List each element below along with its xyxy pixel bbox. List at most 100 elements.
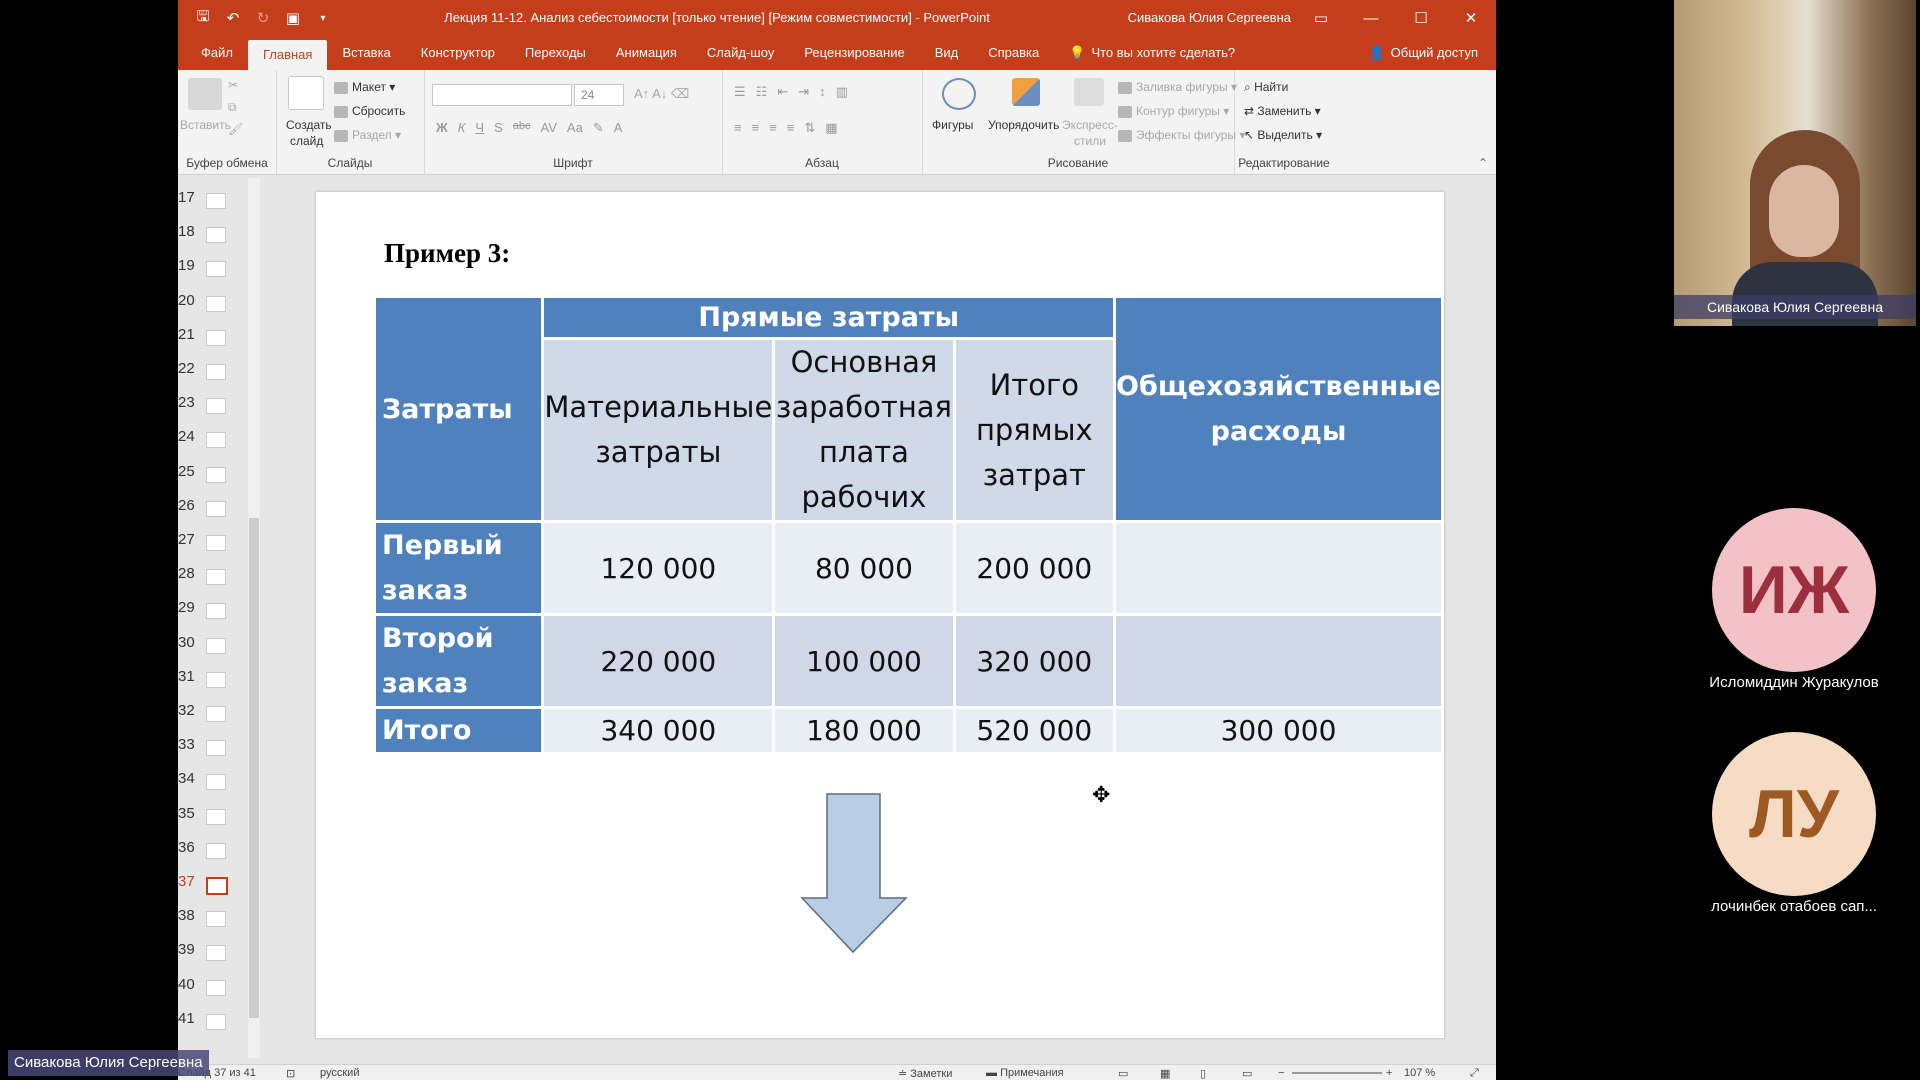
tab-animations[interactable]: Анимация bbox=[601, 36, 692, 70]
reading-view-icon[interactable]: ▯ bbox=[1200, 1067, 1206, 1080]
shapes-label[interactable]: Фигуры bbox=[932, 118, 973, 132]
tab-view[interactable]: Вид bbox=[920, 36, 974, 70]
tab-slideshow[interactable]: Слайд-шоу bbox=[692, 36, 789, 70]
quick-styles-icon[interactable] bbox=[1074, 78, 1104, 106]
slide-thumbnail-preview[interactable] bbox=[206, 1013, 226, 1030]
slide-thumbnail-preview[interactable] bbox=[206, 398, 226, 415]
collapse-ribbon-icon[interactable]: ⌃ bbox=[1478, 156, 1488, 170]
columns-icon[interactable]: ▥ bbox=[836, 84, 848, 100]
slide-thumbnail-preview[interactable] bbox=[206, 945, 226, 962]
select-button[interactable]: ↖ Выделить ▾ bbox=[1244, 128, 1322, 142]
reset-button[interactable]: Сбросить bbox=[334, 104, 405, 118]
slide-thumbnail-preview[interactable] bbox=[206, 193, 226, 209]
participant-avatar-1[interactable]: ИЖ bbox=[1712, 508, 1876, 672]
slide-thumbnail-preview[interactable] bbox=[206, 774, 226, 791]
justify-icon[interactable]: ≡ bbox=[787, 120, 795, 136]
font-size-input[interactable]: 24 bbox=[574, 84, 624, 106]
zoom-out-icon[interactable]: − bbox=[1278, 1067, 1284, 1079]
change-case-icon[interactable]: Aa bbox=[567, 120, 583, 136]
numbering-icon[interactable]: ☷ bbox=[756, 84, 768, 100]
strikethrough-button[interactable]: abc bbox=[513, 120, 531, 136]
bullets-icon[interactable]: ☰ bbox=[734, 84, 746, 100]
align-right-icon[interactable]: ≡ bbox=[769, 120, 777, 136]
slide-thumbnail-preview[interactable] bbox=[206, 466, 226, 483]
signed-in-user[interactable]: Сивакова Юлия Сергеевна bbox=[1128, 0, 1291, 36]
slide-thumbnail-preview[interactable] bbox=[206, 261, 226, 278]
shapes-icon[interactable] bbox=[942, 78, 976, 110]
char-spacing-icon[interactable]: AV bbox=[541, 120, 557, 136]
find-button[interactable]: ⌕ Найти bbox=[1244, 80, 1288, 95]
slideshow-view-icon[interactable]: ▭ bbox=[1242, 1067, 1252, 1080]
slide-thumbnail-preview[interactable] bbox=[206, 432, 226, 449]
slide-thumbnail-preview[interactable] bbox=[206, 227, 226, 244]
slide-thumbnail-preview[interactable] bbox=[206, 569, 226, 586]
slide-canvas[interactable]: Пример 3: Затраты Прямые затраты Общехоз… bbox=[316, 192, 1444, 1038]
comments-button[interactable]: ▬ Примечания bbox=[986, 1067, 1064, 1079]
notes-button[interactable]: ≐ Заметки bbox=[898, 1067, 952, 1080]
slide-thumbnail-preview[interactable] bbox=[206, 671, 226, 688]
tab-design[interactable]: Конструктор bbox=[406, 36, 510, 70]
slide-sorter-icon[interactable]: ▦ bbox=[1160, 1067, 1170, 1080]
maximize-icon[interactable]: ☐ bbox=[1396, 0, 1446, 36]
zoom-level[interactable]: 107 % bbox=[1404, 1067, 1435, 1079]
slide-thumbnail-preview[interactable] bbox=[206, 706, 226, 722]
slide-thumbnail-preview[interactable] bbox=[206, 911, 226, 928]
zoom-in-icon[interactable]: + bbox=[1386, 1067, 1392, 1079]
slide-thumbnail-preview[interactable] bbox=[206, 637, 226, 654]
new-slide-icon[interactable] bbox=[288, 76, 324, 110]
tab-file[interactable]: Файл bbox=[186, 36, 248, 70]
slide-thumbnail-preview[interactable] bbox=[206, 877, 228, 895]
slide-thumbnail-preview[interactable] bbox=[206, 603, 226, 620]
tab-review[interactable]: Рецензирование bbox=[789, 36, 919, 70]
increase-font-icon[interactable]: A↑ A↓ ⌫ bbox=[634, 86, 689, 102]
new-slide-label-1[interactable]: Создать bbox=[286, 118, 332, 132]
tab-transitions[interactable]: Переходы bbox=[510, 36, 601, 70]
thumbnails-scrollbar[interactable] bbox=[248, 178, 260, 1058]
shape-fill-button[interactable]: Заливка фигуры ▾ bbox=[1118, 80, 1237, 94]
line-spacing-icon[interactable]: ↕ bbox=[819, 84, 826, 100]
bold-button[interactable]: Ж bbox=[436, 120, 448, 136]
tab-home[interactable]: Главная bbox=[247, 40, 328, 70]
cut-icon[interactable]: ✂ bbox=[228, 78, 238, 92]
shadow-button[interactable]: S bbox=[494, 120, 503, 136]
align-center-icon[interactable]: ≡ bbox=[752, 120, 760, 136]
tab-insert[interactable]: Вставка bbox=[327, 36, 405, 70]
paste-label[interactable]: Вставить bbox=[180, 118, 231, 132]
slide-thumbnail-preview[interactable] bbox=[206, 740, 226, 757]
format-painter-icon[interactable]: 🖌 bbox=[228, 122, 243, 136]
down-arrow-shape[interactable] bbox=[800, 792, 910, 956]
shape-outline-button[interactable]: Контур фигуры ▾ bbox=[1118, 104, 1229, 118]
presenter-video[interactable] bbox=[1674, 0, 1916, 326]
shape-effects-button[interactable]: Эффекты фигуры ▾ bbox=[1118, 128, 1245, 142]
zoom-slider[interactable] bbox=[1292, 1072, 1382, 1074]
quick-styles-label-1[interactable]: Экспресс- bbox=[1062, 118, 1118, 132]
italic-button[interactable]: К bbox=[458, 120, 466, 136]
section-button[interactable]: Раздел ▾ bbox=[334, 128, 401, 142]
slide-thumbnail-preview[interactable] bbox=[206, 295, 226, 312]
slide-thumbnail-preview[interactable] bbox=[206, 500, 226, 517]
thumbnails-scroll-thumb[interactable] bbox=[249, 518, 259, 1018]
layout-button[interactable]: Макет ▾ bbox=[334, 80, 395, 94]
ribbon-display-options-icon[interactable]: ▭ bbox=[1296, 0, 1346, 36]
normal-view-icon[interactable]: ▭ bbox=[1118, 1067, 1128, 1080]
arrange-icon[interactable] bbox=[1012, 78, 1040, 106]
cost-table[interactable]: Затраты Прямые затраты Общехозяйственные… bbox=[372, 295, 1444, 755]
paste-icon[interactable] bbox=[188, 78, 222, 110]
highlight-icon[interactable]: ✎ bbox=[593, 120, 604, 136]
share-button[interactable]: 👤 Общий доступ bbox=[1368, 36, 1478, 70]
quick-styles-label-2[interactable]: стили bbox=[1074, 134, 1106, 148]
new-slide-label-2[interactable]: слайд bbox=[290, 134, 323, 148]
participant-avatar-2[interactable]: ЛУ bbox=[1712, 732, 1876, 896]
language-indicator[interactable]: русский bbox=[320, 1067, 359, 1079]
slide-thumbnail-preview[interactable] bbox=[206, 364, 226, 380]
minimize-icon[interactable]: — bbox=[1346, 0, 1396, 36]
font-color-icon[interactable]: A bbox=[614, 120, 623, 136]
spellcheck-icon[interactable]: ⊡ bbox=[286, 1067, 295, 1080]
slide-heading[interactable]: Пример 3: bbox=[384, 238, 510, 269]
align-left-icon[interactable]: ≡ bbox=[734, 120, 742, 136]
slide-thumbnail-preview[interactable] bbox=[206, 842, 226, 859]
close-icon[interactable]: ✕ bbox=[1446, 0, 1496, 36]
decrease-indent-icon[interactable]: ⇤ bbox=[777, 84, 788, 100]
fit-slide-icon[interactable]: ⤢ bbox=[1470, 1067, 1479, 1080]
tell-me-search[interactable]: 💡 Что вы хотите сделать? bbox=[1054, 36, 1250, 70]
